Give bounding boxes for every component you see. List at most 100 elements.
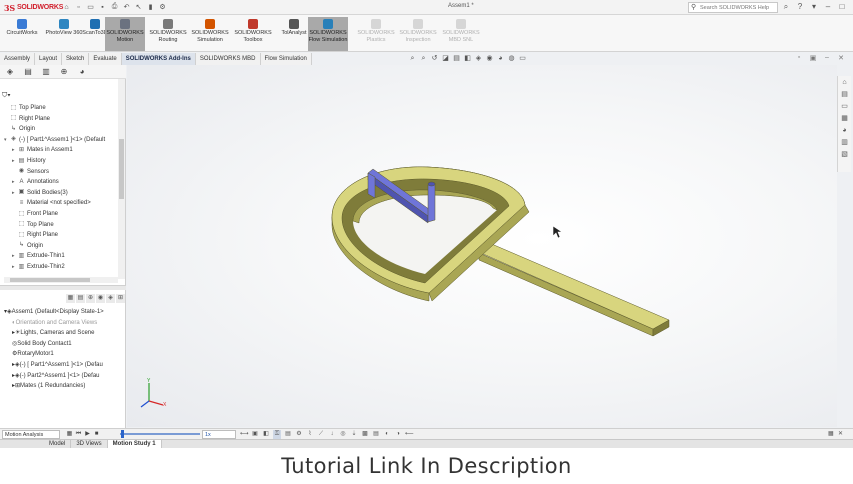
tree-node[interactable]: ▸ ▥ Extrude-Thin2 xyxy=(12,262,65,272)
filter-driving-icon[interactable]: ▤ xyxy=(76,294,85,303)
force-icon[interactable]: ↓ xyxy=(328,430,336,439)
tree-node[interactable]: ⬚ Top Plane xyxy=(4,103,46,113)
search-icon[interactable]: ⌕ xyxy=(781,1,791,13)
solidworks-resources-icon[interactable]: ⌂ xyxy=(840,78,850,88)
previous-view-icon[interactable]: ↺ xyxy=(430,54,439,64)
view-orientation-icon[interactable]: ◧ xyxy=(463,54,472,64)
tree-node[interactable]: ▸ ▣ Solid Bodies(3) xyxy=(12,188,68,198)
print-icon[interactable]: ⎙ xyxy=(110,2,119,12)
tree-node[interactable]: ≡ Material <not specified> xyxy=(12,198,91,208)
appearances-icon[interactable]: ◕ xyxy=(840,126,850,136)
play-from-start-icon[interactable]: ⏮ xyxy=(75,430,82,439)
collapse-tree-icon[interactable]: ◈ xyxy=(106,294,115,303)
tab-solidworks-add-ins[interactable]: SOLIDWORKS Add-Ins xyxy=(121,53,196,65)
damper-icon[interactable]: ⟋ xyxy=(317,430,325,439)
panel-splitter[interactable] xyxy=(0,285,126,290)
help-icon[interactable]: ? xyxy=(795,1,805,13)
save-animation-icon[interactable]: ▣ xyxy=(251,430,259,439)
edit-appearance-icon[interactable]: ◕ xyxy=(496,54,505,64)
filter-animated-icon[interactable]: ▦ xyxy=(66,294,75,303)
tree-filter-icon[interactable]: ⛉▾ xyxy=(2,92,11,100)
minimize-icon[interactable]: – xyxy=(823,1,833,13)
simulation-icon[interactable]: ◐ xyxy=(383,430,391,439)
tree-node[interactable]: ⬚ Front Plane xyxy=(12,209,58,219)
forum-icon[interactable]: ▧ xyxy=(840,150,850,160)
tree-node[interactable]: ▸ ⊞ Mates in Assem1 xyxy=(12,145,73,155)
tree-node[interactable]: ▸ ◈ (-) Part2^Assem1 ]<1> (Defau xyxy=(12,371,100,381)
doc-minimize-icon[interactable]: – xyxy=(822,54,832,62)
tree-node[interactable]: ▸ ▥ Extrude-Thin1 xyxy=(12,251,65,261)
select-icon[interactable]: ↖ xyxy=(134,2,143,12)
tab-motion-study-1[interactable]: Motion Study 1 xyxy=(107,440,162,448)
tab-evaluate[interactable]: Evaluate xyxy=(89,53,122,65)
contact-icon[interactable]: ◎ xyxy=(339,430,347,439)
view-palette-icon[interactable]: ▦ xyxy=(840,114,850,124)
dynamic-annotation-icon[interactable]: ▤ xyxy=(452,54,461,64)
doc-tile-icon[interactable]: ▣ xyxy=(808,54,818,62)
tree-node[interactable]: ▾ ◈ Assem1 (Default<Display State-1> xyxy=(4,307,104,317)
stop-icon[interactable]: ■ xyxy=(93,430,100,439)
tab-model[interactable]: Model xyxy=(44,440,72,448)
gravity-icon[interactable]: ⇣ xyxy=(350,430,358,439)
options-icon[interactable]: ⚙ xyxy=(158,2,167,12)
property-manager-tab-icon[interactable]: ▤ xyxy=(20,67,36,77)
user-icon[interactable]: ▾ xyxy=(809,1,819,13)
zoom-timeline-icon[interactable]: ▦ xyxy=(828,430,836,437)
calculate-icon[interactable]: ▦ xyxy=(66,430,73,439)
tab-layout[interactable]: Layout xyxy=(35,53,63,65)
tree-node[interactable]: ▸ ◈ (-) [ Part1^Assem1 ]<1> (Defau xyxy=(12,360,103,370)
tree-node[interactable]: ▸ A Annotations xyxy=(12,177,59,187)
dimxpert-tab-icon[interactable]: ⊕ xyxy=(56,67,72,77)
custom-properties-icon[interactable]: ▥ xyxy=(840,138,850,148)
add-key-icon[interactable]: ▤ xyxy=(284,430,292,439)
open-icon[interactable]: ▭ xyxy=(86,2,95,12)
motion-close-icon[interactable]: ✕ xyxy=(838,430,846,437)
home-icon[interactable]: ⌂ xyxy=(62,2,71,12)
playback-mode-icon[interactable]: ⟷ xyxy=(240,430,249,439)
scrollbar-thumb[interactable] xyxy=(10,278,90,282)
design-library-icon[interactable]: ▤ xyxy=(840,90,850,100)
zoom-fit-icon[interactable]: ⌕ xyxy=(408,54,417,64)
tree-node[interactable]: ⚙ RotaryMotor1 xyxy=(12,349,54,359)
tree-node[interactable]: ▸ ⊞ Mates (1 Redundancies) xyxy=(12,381,85,391)
section-view-icon[interactable]: ◪ xyxy=(441,54,450,64)
ribbon-button-solidworks-simulation[interactable]: SOLIDWORKS Simulation xyxy=(190,17,230,51)
tab-flow-simulation[interactable]: Flow Simulation xyxy=(260,53,312,65)
motor-icon[interactable]: ⚙ xyxy=(295,430,303,439)
display-manager-tab-icon[interactable]: ◕ xyxy=(74,67,90,77)
hide-show-icon[interactable]: ◉ xyxy=(485,54,494,64)
tree-node[interactable]: ⬚ Top Plane xyxy=(12,220,54,230)
ribbon-button-solidworks-motion[interactable]: SOLIDWORKS Motion xyxy=(105,17,145,51)
assembly-model[interactable] xyxy=(127,65,837,427)
tab-3d-views[interactable]: 3D Views xyxy=(71,440,108,448)
collapse-motion-icon[interactable]: ⟵ xyxy=(405,430,414,439)
display-style-icon[interactable]: ◈ xyxy=(474,54,483,64)
tree-node[interactable]: ▸ ▤ History xyxy=(12,156,46,166)
zoom-area-icon[interactable]: ⌕ xyxy=(419,54,428,64)
tree-node[interactable]: ▾ ◈ (-) [ Part1^Assem1 ]<1> (Default xyxy=(4,135,105,145)
tree-node[interactable]: ◉ Sensors xyxy=(12,167,49,177)
expand-tree-icon[interactable]: ⊞ xyxy=(116,294,125,303)
tree-vertical-scrollbar[interactable] xyxy=(118,79,125,279)
tree-node[interactable]: ⬚ Right Plane xyxy=(4,114,50,124)
ribbon-button-solidworks-mbd-snl[interactable]: SOLIDWORKS MBD SNL xyxy=(441,17,481,51)
solidworks-logo[interactable]: 3S SOLIDWORKS xyxy=(4,2,63,13)
scrollbar-thumb[interactable] xyxy=(119,139,124,199)
restore-icon[interactable]: □ xyxy=(837,1,847,13)
tree-horizontal-scrollbar[interactable] xyxy=(4,277,118,283)
ribbon-button-circuitworks[interactable]: CircuitWorks xyxy=(2,17,42,51)
tree-node[interactable]: ↳ Origin xyxy=(4,124,35,134)
new-icon[interactable]: ▫ xyxy=(74,2,83,12)
graphics-area[interactable]: Y X xyxy=(127,65,837,427)
export-icon[interactable]: ◑ xyxy=(394,430,402,439)
play-icon[interactable]: ▶ xyxy=(84,430,91,439)
doc-restore-icon[interactable]: ▫ xyxy=(794,54,804,62)
rebuild-icon[interactable]: ▮ xyxy=(146,2,155,12)
undo-icon[interactable]: ↶ xyxy=(122,2,131,12)
playback-timeline[interactable] xyxy=(120,433,200,435)
tab-sketch[interactable]: Sketch xyxy=(62,53,90,65)
tree-node[interactable]: ◎ Solid Body Contact1 xyxy=(12,339,72,349)
study-type-select[interactable]: Motion Analysis xyxy=(2,430,60,439)
tab-assembly[interactable]: Assembly xyxy=(0,53,36,65)
timeline-scrubber[interactable] xyxy=(120,430,124,438)
